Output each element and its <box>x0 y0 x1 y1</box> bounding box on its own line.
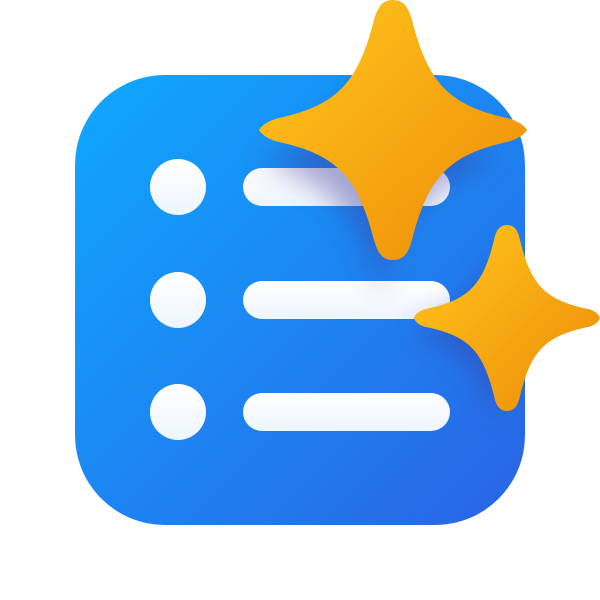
bullet-dot <box>150 272 206 328</box>
bullet-dot <box>150 384 206 440</box>
bullet-dot <box>150 159 206 215</box>
checklist-sparkle-app-icon <box>75 0 600 525</box>
app-icon-canvas <box>0 0 600 600</box>
list-line <box>243 393 450 431</box>
